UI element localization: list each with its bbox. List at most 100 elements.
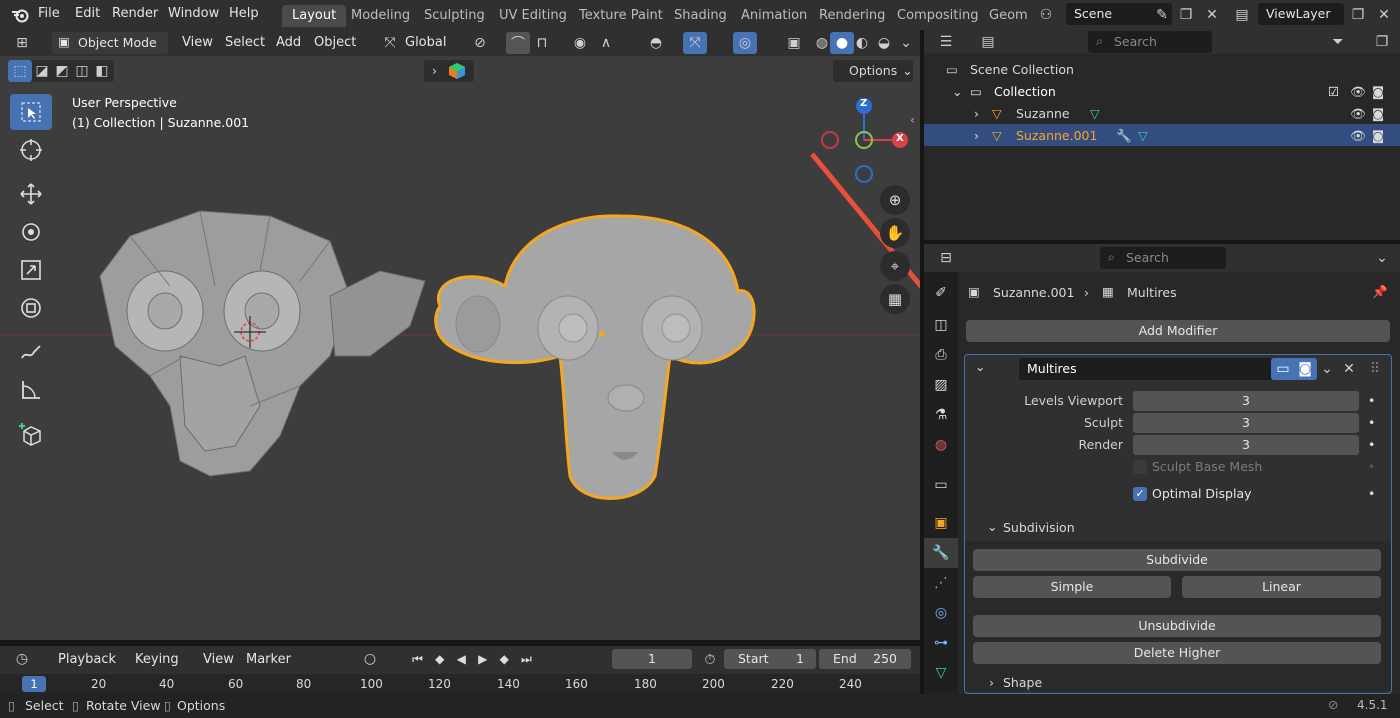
sculpt-base-mesh-checkbox[interactable] <box>1133 460 1147 474</box>
particles-tab-icon[interactable]: ⋰ <box>924 568 958 598</box>
constraints-tab-icon[interactable]: ⊶ <box>924 628 958 658</box>
viewport-menu-object[interactable]: Object <box>314 35 356 50</box>
camera-icon[interactable]: ◙ <box>1372 84 1384 99</box>
eye-icon[interactable]: 👁 <box>1350 84 1366 100</box>
new-view-layer-icon[interactable]: ❐ <box>1346 4 1370 26</box>
tab-geometry[interactable]: Geom <box>979 5 1038 27</box>
chevron-down-icon[interactable]: ⌄ <box>1370 247 1394 269</box>
close-icon[interactable]: ✕ <box>1337 358 1361 380</box>
pin-icon[interactable]: ✎ <box>1150 4 1174 26</box>
object-tab-icon[interactable]: ▣ <box>924 508 958 538</box>
auto-keying-icon[interactable]: ○ <box>358 648 382 670</box>
keyframe-dot-icon[interactable]: • <box>1368 486 1375 501</box>
chevron-right-icon[interactable]: › <box>974 128 979 143</box>
shading-options-icon[interactable]: ⌄ <box>894 32 918 54</box>
output-tab-icon[interactable]: ⎙ <box>924 340 958 370</box>
tab-modeling[interactable]: Modeling <box>341 5 420 27</box>
unsubdivide-button[interactable]: Unsubdivide <box>973 615 1381 637</box>
menu-help[interactable]: Help <box>229 6 259 21</box>
current-frame-field[interactable]: 1 <box>612 649 692 669</box>
suzanne-lowpoly[interactable] <box>99 210 426 477</box>
tool-tab-icon[interactable]: ✐ <box>924 278 958 308</box>
end-frame-field[interactable]: End 250 <box>819 649 911 669</box>
new-scene-icon[interactable]: ❐ <box>1174 4 1198 26</box>
pin-icon[interactable]: 📌 <box>1372 284 1388 300</box>
shape-header[interactable]: Shape <box>1003 675 1042 690</box>
collection-tab-icon[interactable]: ▭ <box>924 470 958 500</box>
menu-render[interactable]: Render <box>112 6 158 21</box>
tab-texture-paint[interactable]: Texture Paint <box>569 5 673 27</box>
mode-selector[interactable]: ▣ Object Mode <box>52 32 168 54</box>
outliner-object-suzanne[interactable]: › ▽ Suzanne ▽ 👁 ◙ <box>924 102 1400 124</box>
timeline-editor-icon[interactable]: ◷ <box>10 648 34 670</box>
render-levels-field[interactable]: 3 <box>1133 435 1359 455</box>
chevron-down-icon[interactable]: ⌄ <box>987 519 997 534</box>
view-layer-tab-icon[interactable]: ▨ <box>924 370 958 400</box>
modifier-name-input[interactable]: Multires <box>1019 358 1273 380</box>
add-modifier-button[interactable]: Add Modifier <box>966 320 1390 342</box>
falloff-icon[interactable]: ∧ <box>594 32 618 54</box>
tab-sculpting[interactable]: Sculpting <box>414 5 495 27</box>
filter-icon[interactable]: ⏷ <box>1326 31 1350 53</box>
overlays-icon[interactable]: ◎ <box>733 32 757 54</box>
jump-end-icon[interactable]: ⏭ <box>521 652 532 667</box>
pivot-icon[interactable]: ⊘ <box>468 32 492 54</box>
play-icon[interactable]: ▶ <box>478 652 487 666</box>
xray-icon[interactable]: ▣ <box>782 32 806 54</box>
outliner-search-input[interactable]: ⌕ Search <box>1088 31 1212 53</box>
stopwatch-icon[interactable]: ⏱ <box>698 649 722 671</box>
render-tab-icon[interactable]: ◫ <box>924 310 958 340</box>
show-in-viewport-icon[interactable]: ▭ <box>1271 358 1295 380</box>
eye-icon[interactable]: 👁 <box>1350 128 1366 144</box>
properties-search-input[interactable]: ⌕ Search <box>1100 247 1226 269</box>
rendered-shading-icon[interactable]: ◒ <box>872 32 896 54</box>
checkbox-icon[interactable]: ☑ <box>1328 84 1339 99</box>
editor-type-icon[interactable]: ⊞ <box>10 32 34 54</box>
menu-window[interactable]: Window <box>168 6 219 21</box>
modifier-tab-icon[interactable]: 🔧 <box>924 538 958 568</box>
marker-menu[interactable]: Marker <box>246 652 291 667</box>
material-shading-icon[interactable]: ◐ <box>850 32 874 54</box>
view-layer-icon[interactable]: ▤ <box>1230 4 1254 26</box>
tab-layout[interactable]: Layout <box>282 5 347 27</box>
play-reverse-icon[interactable]: ◀ <box>457 652 466 666</box>
view-layer-selector[interactable]: ViewLayer <box>1258 3 1344 25</box>
suzanne-smooth-selected[interactable] <box>434 214 756 500</box>
tab-compositing[interactable]: Compositing <box>887 5 989 27</box>
keyframe-dot-icon[interactable]: • <box>1368 415 1375 430</box>
blender-logo-icon[interactable] <box>8 4 32 26</box>
tab-rendering[interactable]: Rendering <box>809 5 895 27</box>
keyframe-dot-icon[interactable]: • <box>1368 459 1375 474</box>
show-in-render-icon[interactable]: ◙ <box>1293 358 1317 380</box>
camera-icon[interactable]: ◙ <box>1372 128 1384 143</box>
simple-button[interactable]: Simple <box>973 576 1171 598</box>
next-keyframe-icon[interactable]: ◆ <box>500 652 509 666</box>
scene-tab-icon[interactable]: ⚗ <box>924 400 958 430</box>
zoom-icon[interactable]: ⊕ <box>880 185 910 215</box>
sidebar-toggle-icon[interactable]: ‹ <box>910 112 915 127</box>
physics-tab-icon[interactable]: ◎ <box>924 598 958 628</box>
chevron-down-icon[interactable]: ⌄ <box>975 359 985 374</box>
pan-hand-icon[interactable]: ✋ <box>880 218 910 248</box>
optimal-display-checkbox[interactable]: ✓ <box>1133 487 1147 501</box>
subdivision-header[interactable]: Subdivision <box>1003 520 1075 535</box>
perspective-toggle-icon[interactable]: ▦ <box>880 284 910 314</box>
jump-start-icon[interactable]: ⏮ <box>412 652 423 667</box>
viewport-menu-add[interactable]: Add <box>276 35 301 50</box>
display-mode-icon[interactable]: ▤ <box>976 31 1000 53</box>
navigation-gizmo[interactable]: Z X <box>818 94 914 190</box>
new-collection-icon[interactable]: ❐ <box>1370 31 1394 53</box>
3d-viewport[interactable]: ⊞ ▣ Object Mode View Select Add Object ⤧… <box>0 30 920 640</box>
drag-handle-icon[interactable]: ⠿ <box>1363 358 1387 380</box>
keyframe-dot-icon[interactable]: • <box>1368 437 1375 452</box>
eye-icon[interactable]: 👁 <box>1350 106 1366 122</box>
viewport-menu-view[interactable]: View <box>182 35 213 50</box>
delete-higher-button[interactable]: Delete Higher <box>973 642 1381 664</box>
keying-menu[interactable]: Keying <box>135 652 179 667</box>
camera-icon[interactable]: ◙ <box>1372 106 1384 121</box>
menu-file[interactable]: File <box>38 6 60 21</box>
viewport-scene[interactable] <box>0 56 920 640</box>
viewport-menu-select[interactable]: Select <box>225 35 265 50</box>
outliner-collection[interactable]: ⌄ ▭ Collection ☑ 👁 ◙ <box>924 80 1400 102</box>
timeline-view-menu[interactable]: View <box>203 652 234 667</box>
